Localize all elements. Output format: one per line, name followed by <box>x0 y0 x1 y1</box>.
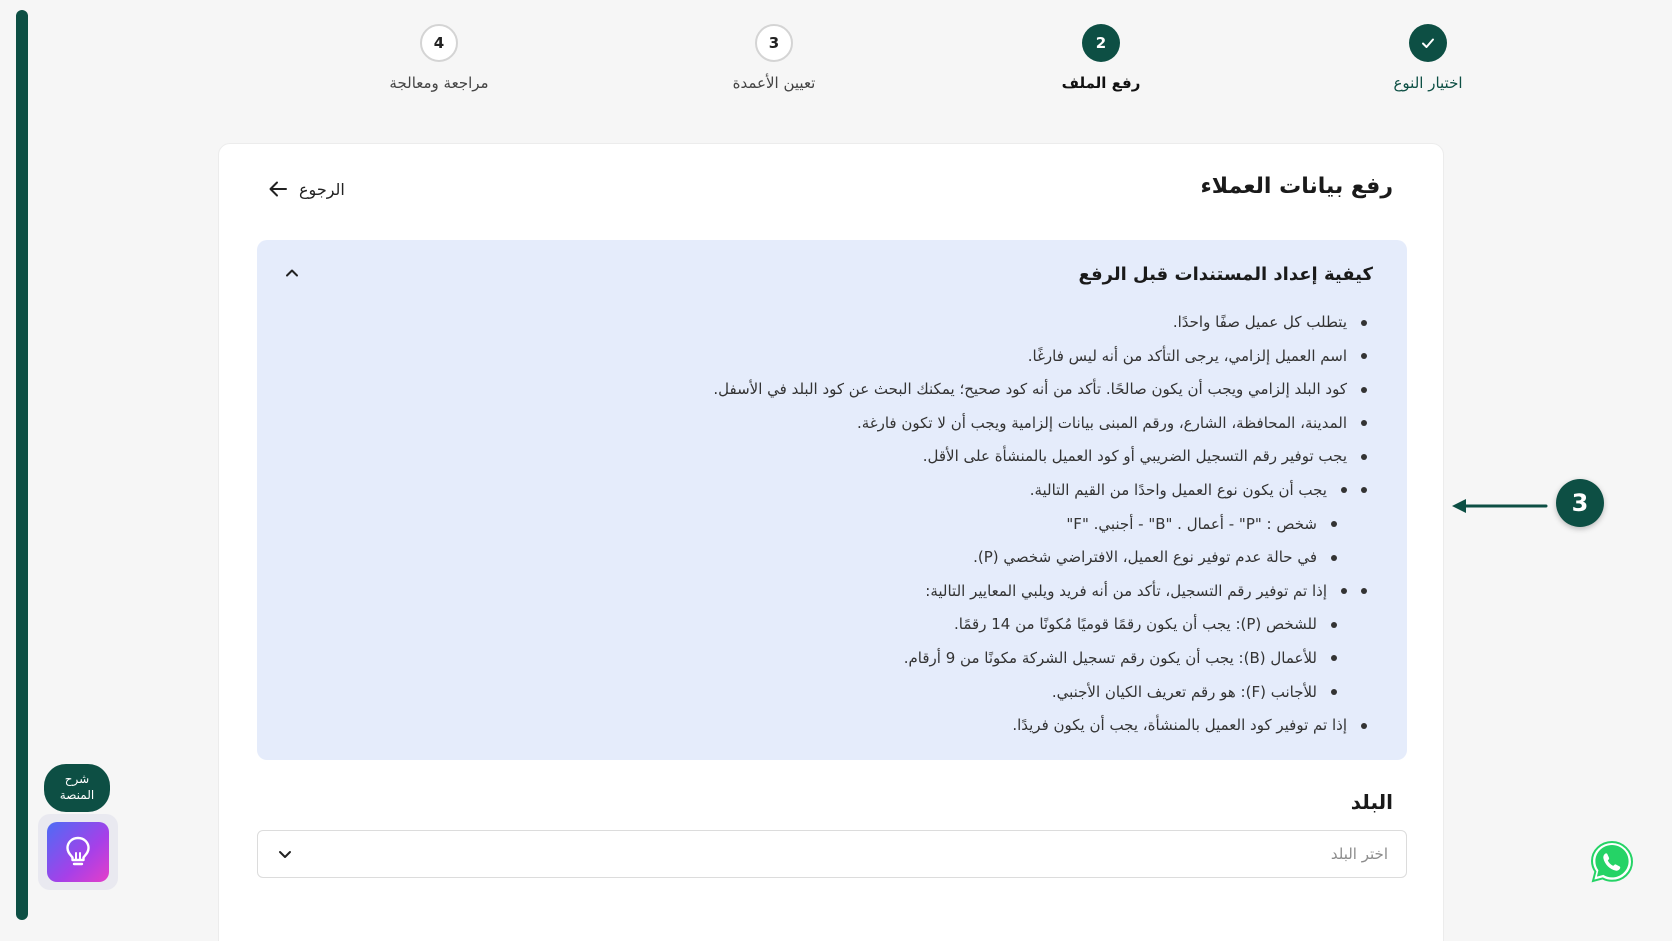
step-map-columns[interactable]: 3 تعيين الأعمدة <box>674 24 874 92</box>
step-label: رفع الملف <box>1061 74 1141 92</box>
list-item: إذا تم توفير كود العميل بالمنشأة، يجب أن… <box>367 709 1367 743</box>
list-item: يجب أن يكون نوع العميل واحدًا من القيم ا… <box>367 474 1367 508</box>
instructions-list: يتطلب كل عميل صفًا واحدًا. اسم العميل إل… <box>367 306 1367 743</box>
check-icon <box>1409 24 1447 62</box>
bullet-icon <box>1341 588 1347 595</box>
bullet-icon <box>1361 353 1367 360</box>
bullet-icon <box>1331 554 1337 561</box>
step-number: 4 <box>420 24 458 62</box>
instructions-title: كيفية إعداد المستندات قبل الرفع <box>1078 264 1373 285</box>
upload-card: رفع بيانات العملاء الرجوع كيفية إعداد ال… <box>218 143 1444 941</box>
list-item: اسم العميل إلزامي، يرجى التأكد من أنه لي… <box>367 340 1367 374</box>
whatsapp-icon[interactable] <box>1588 838 1636 886</box>
page-title: رفع بيانات العملاء <box>1200 174 1393 199</box>
bullet-icon <box>1361 420 1367 427</box>
step-number: 2 <box>1082 24 1120 62</box>
instructions-panel: كيفية إعداد المستندات قبل الرفع يتطلب كل… <box>257 240 1407 760</box>
step-choose-type[interactable]: اختيار النوع <box>1328 24 1528 92</box>
collapse-toggle[interactable] <box>279 262 305 288</box>
bullet-icon <box>1331 621 1337 628</box>
platform-guide-label[interactable]: شرح المنصة <box>44 764 110 812</box>
lightbulb-icon <box>47 822 109 882</box>
step-number: 3 <box>755 24 793 62</box>
stepper: اختيار النوع 2 رفع الملف 3 تعيين الأعمدة… <box>0 24 1672 104</box>
chevron-up-icon <box>284 265 300 285</box>
bullet-icon <box>1331 521 1337 528</box>
bullet-icon <box>1361 386 1367 393</box>
list-item: في حالة عدم توفير نوع العميل، الافتراضي … <box>367 541 1367 575</box>
platform-guide-button[interactable] <box>38 814 118 890</box>
list-item: للشخص (P): يجب أن يكون رقمًا قوميًا مُكو… <box>367 608 1367 642</box>
bullet-icon <box>1361 319 1367 326</box>
annotation-arrow-icon <box>1450 496 1550 520</box>
country-placeholder: اختر البلد <box>1330 845 1388 863</box>
bullet-icon <box>1361 487 1367 494</box>
annotation-badge: 3 <box>1556 479 1604 527</box>
list-item: للأجانب (F): هو رقم تعريف الكيان الأجنبي… <box>367 676 1367 710</box>
bullet-icon <box>1361 453 1367 460</box>
bullet-icon <box>1341 487 1347 494</box>
list-item: يتطلب كل عميل صفًا واحدًا. <box>367 306 1367 340</box>
step-label: مراجعة ومعالجة <box>389 74 489 92</box>
list-item: شخص : "P" - أعمال . "B" - أجنبي. "F" <box>367 508 1367 542</box>
list-item: يجب توفير رقم التسجيل الضريبي أو كود الع… <box>367 440 1367 474</box>
bullet-icon <box>1331 689 1337 696</box>
country-label: البلد <box>1350 790 1393 814</box>
bullet-icon <box>1361 722 1367 729</box>
step-review-process[interactable]: 4 مراجعة ومعالجة <box>339 24 539 92</box>
bullet-icon <box>1331 655 1337 662</box>
back-button[interactable]: الرجوع <box>267 178 345 200</box>
country-select[interactable]: اختر البلد <box>257 830 1407 878</box>
arrow-left-icon <box>267 178 289 200</box>
list-item: كود البلد إلزامي ويجب أن يكون صالحًا. تأ… <box>367 373 1367 407</box>
left-rail <box>16 10 28 920</box>
list-item: للأعمال (B): يجب أن يكون رقم تسجيل الشرك… <box>367 642 1367 676</box>
list-item: إذا تم توفير رقم التسجيل، تأكد من أنه فر… <box>367 575 1367 609</box>
bullet-icon <box>1361 588 1367 595</box>
list-item: المدينة، المحافظة، الشارع، ورقم المبنى ب… <box>367 407 1367 441</box>
chevron-down-icon <box>276 845 294 867</box>
step-label: تعيين الأعمدة <box>732 74 816 92</box>
step-label: اختيار النوع <box>1393 74 1463 92</box>
back-button-label: الرجوع <box>299 179 345 199</box>
step-upload-file[interactable]: 2 رفع الملف <box>1001 24 1201 92</box>
